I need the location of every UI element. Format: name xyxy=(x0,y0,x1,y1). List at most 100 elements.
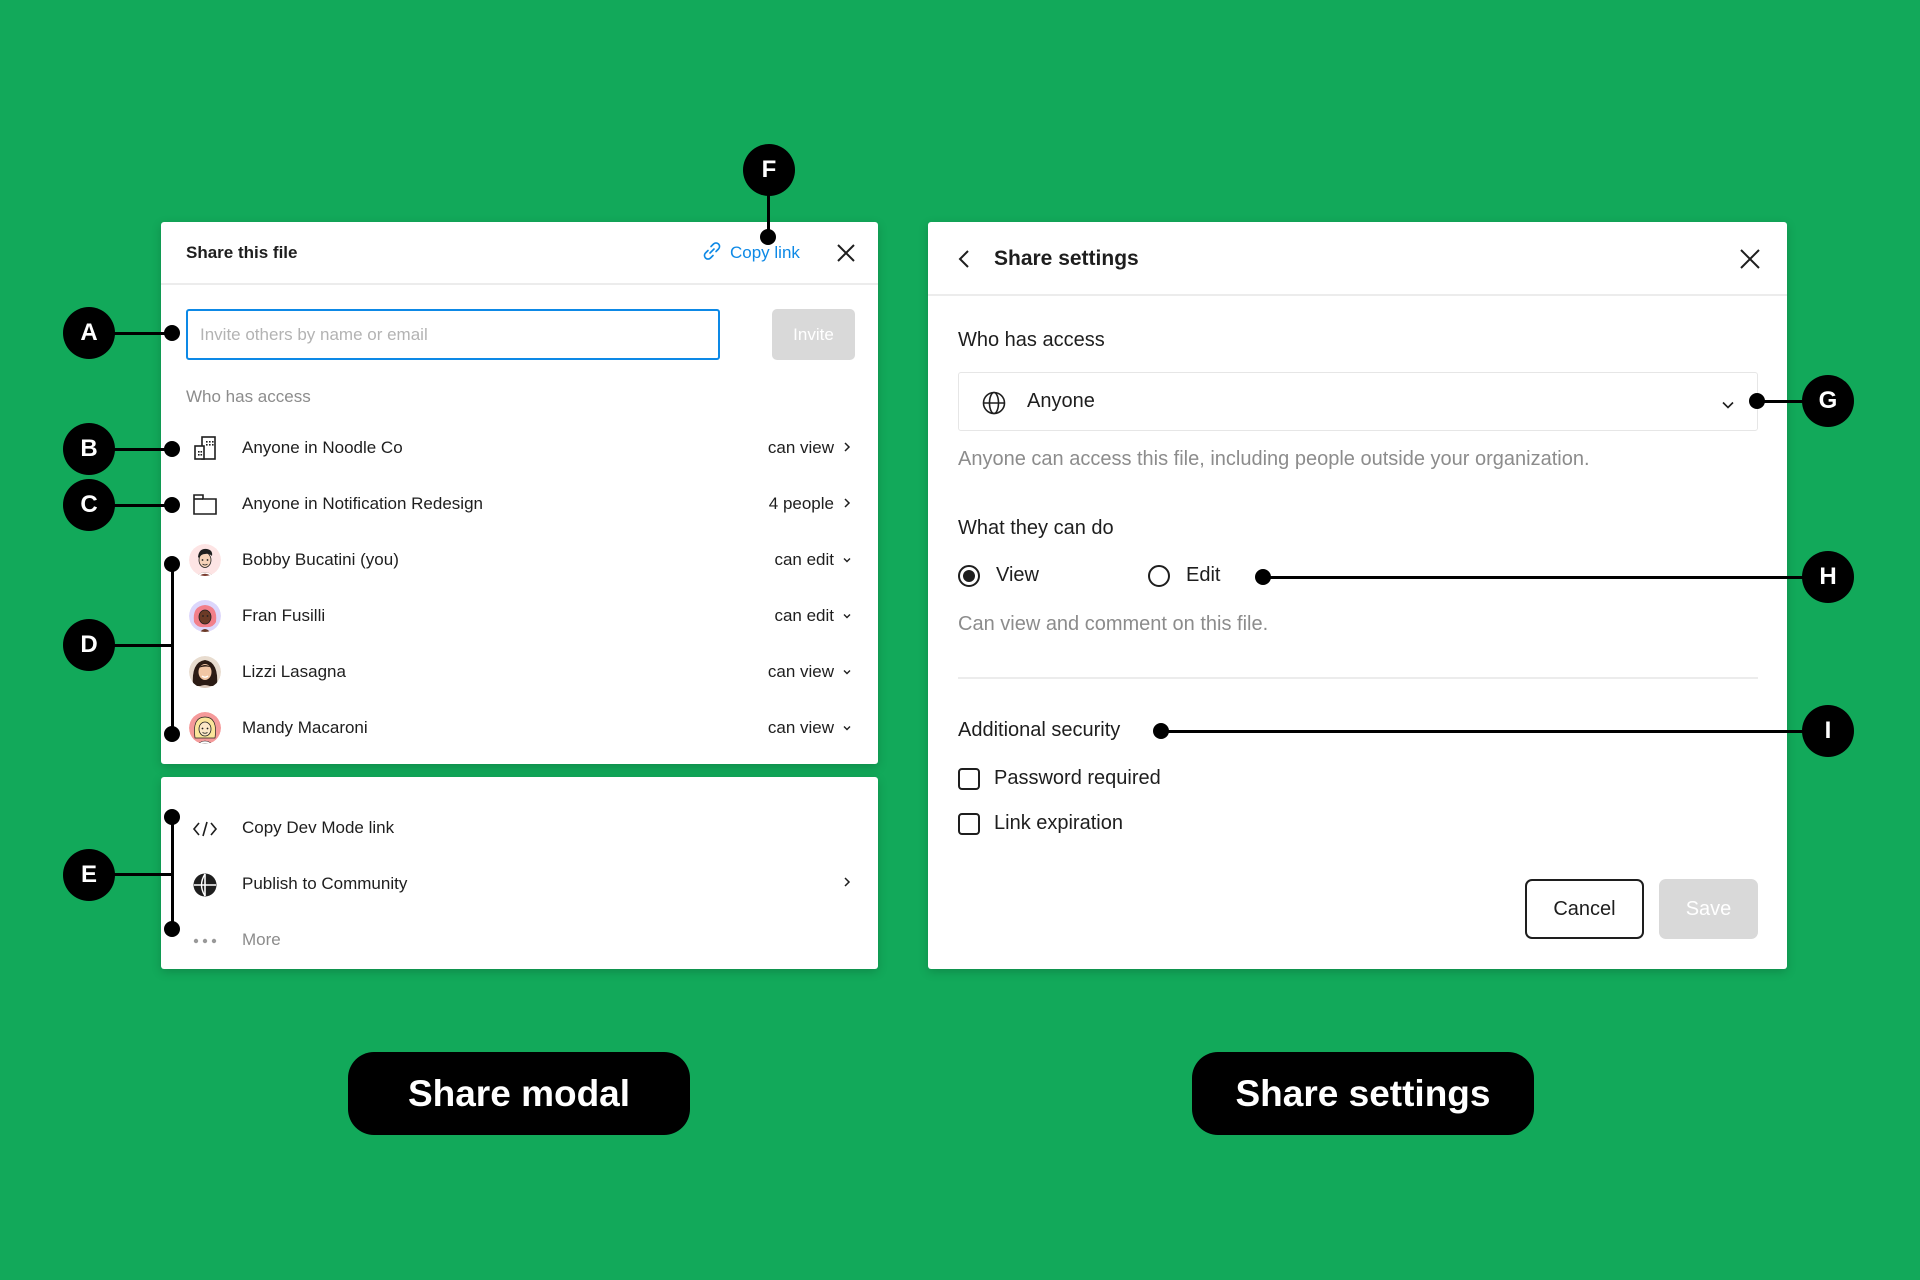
callout-pin xyxy=(164,497,180,513)
permission-label: 4 people xyxy=(768,494,834,513)
more-item[interactable]: More xyxy=(161,913,878,969)
back-arrow-icon[interactable] xyxy=(955,248,975,270)
permission-dropdown[interactable]: can view xyxy=(768,438,852,458)
building-icon xyxy=(189,432,221,464)
share-modal-title: Share this file xyxy=(186,243,298,262)
cancel-button[interactable]: Cancel xyxy=(1525,879,1644,939)
access-row-user[interactable]: Fran Fusilli can edit xyxy=(161,588,878,644)
chevron-down-icon xyxy=(842,718,852,738)
access-row-name: Anyone in Noodle Co xyxy=(242,438,403,457)
callout-pin xyxy=(1749,393,1765,409)
invite-button[interactable]: Invite xyxy=(772,309,855,360)
globe-icon xyxy=(981,390,1007,421)
password-required-checkbox[interactable]: Password required xyxy=(958,767,1161,790)
what-they-can-do-help: Can view and comment on this file. xyxy=(958,613,1269,635)
radio-view[interactable]: View xyxy=(958,564,1039,587)
permission-label: can edit xyxy=(774,550,834,569)
access-row-name: Bobby Bucatini (you) xyxy=(242,550,399,569)
callout-line xyxy=(110,873,172,876)
callout-badge-f: F xyxy=(743,144,795,196)
permission-label: can view xyxy=(767,438,834,457)
checkbox-label: Password required xyxy=(994,767,1161,789)
additional-security-heading: Additional security xyxy=(958,719,1121,741)
more-item-label: Publish to Community xyxy=(242,874,408,893)
callout-pin xyxy=(164,441,180,457)
link-expiration-checkbox[interactable]: Link expiration xyxy=(958,812,1123,835)
callout-line xyxy=(1162,730,1810,733)
avatar xyxy=(189,712,221,744)
checkbox-icon xyxy=(958,812,980,835)
chevron-right-icon xyxy=(842,875,852,894)
people-count-link[interactable]: 4 people xyxy=(769,494,852,514)
callout-badge-c: C xyxy=(63,479,115,531)
caption-share-modal: Share modal xyxy=(348,1052,690,1135)
callout-badge-h: H xyxy=(1802,551,1854,603)
radio-edit[interactable]: Edit xyxy=(1148,564,1220,587)
callout-pin xyxy=(164,726,180,742)
more-item-label: Copy Dev Mode link xyxy=(242,818,395,837)
access-row-name: Fran Fusilli xyxy=(242,606,326,625)
access-row-user[interactable]: Lizzi Lasagna can view xyxy=(161,644,878,700)
checkbox-icon xyxy=(958,767,980,790)
more-item-label: More xyxy=(242,930,281,949)
copy-link-button[interactable]: Copy link xyxy=(700,240,800,266)
share-settings-panel: Share settings Who has access Anyone Any… xyxy=(928,222,1787,969)
radio-selected-icon xyxy=(958,564,980,587)
access-level-value: Anyone xyxy=(1027,390,1095,412)
callout-pin xyxy=(164,325,180,341)
callout-pin xyxy=(760,229,776,245)
publish-to-community-item[interactable]: Publish to Community xyxy=(161,857,878,913)
save-button[interactable]: Save xyxy=(1659,879,1758,939)
radio-label: View xyxy=(996,564,1039,586)
close-icon[interactable] xyxy=(835,242,857,264)
who-has-access-label: Who has access xyxy=(186,387,311,406)
radio-unselected-icon xyxy=(1148,564,1170,587)
link-icon xyxy=(700,239,724,268)
permission-dropdown[interactable]: can edit xyxy=(774,550,852,570)
callout-badge-d: D xyxy=(63,619,115,671)
more-options-card: Copy Dev Mode link Publish to Community … xyxy=(161,777,878,969)
access-level-select[interactable]: Anyone xyxy=(958,372,1758,431)
chevron-right-icon xyxy=(842,494,852,514)
callout-pin xyxy=(1153,723,1169,739)
callout-pin xyxy=(164,809,180,825)
callout-pin xyxy=(164,556,180,572)
callout-pin xyxy=(164,921,180,937)
callout-badge-i: I xyxy=(1802,705,1854,757)
access-row-team[interactable]: Anyone in Notification Redesign 4 people xyxy=(161,476,878,532)
more-dots-icon xyxy=(189,925,221,957)
callout-badge-b: B xyxy=(63,423,115,475)
what-they-can-do-heading: What they can do xyxy=(958,517,1114,539)
close-icon[interactable] xyxy=(1738,247,1762,271)
permission-dropdown[interactable]: can view xyxy=(768,662,852,682)
avatar xyxy=(189,600,221,632)
invite-input[interactable] xyxy=(186,309,720,360)
access-row-name: Anyone in Notification Redesign xyxy=(242,494,483,513)
access-row-organization[interactable]: Anyone in Noodle Co can view xyxy=(161,420,878,476)
caption-share-settings: Share settings xyxy=(1192,1052,1534,1135)
who-has-access-help: Anyone can access this file, including p… xyxy=(958,448,1590,470)
folder-icon xyxy=(189,488,221,520)
permission-dropdown[interactable]: can edit xyxy=(774,606,852,626)
chevron-down-icon xyxy=(842,606,852,626)
callout-badge-g: G xyxy=(1802,375,1854,427)
callout-line xyxy=(110,448,172,451)
copy-dev-mode-link-item[interactable]: Copy Dev Mode link xyxy=(161,801,878,857)
chevron-down-icon xyxy=(842,662,852,682)
copy-link-label: Copy link xyxy=(730,243,800,262)
callout-line xyxy=(1264,576,1810,579)
permission-label: can view xyxy=(767,718,834,737)
access-row-name: Mandy Macaroni xyxy=(242,718,368,737)
chevron-right-icon xyxy=(842,438,852,458)
chevron-down-icon xyxy=(1721,397,1735,415)
access-row-user[interactable]: Bobby Bucatini (you) can edit xyxy=(161,532,878,588)
permission-label: can edit xyxy=(774,606,834,625)
code-icon xyxy=(189,813,221,845)
permission-dropdown[interactable]: can view xyxy=(768,718,852,738)
radio-label: Edit xyxy=(1186,564,1221,586)
callout-badge-a: A xyxy=(63,307,115,359)
access-row-name: Lizzi Lasagna xyxy=(242,662,346,681)
callout-badge-e: E xyxy=(63,849,115,901)
access-row-user[interactable]: Mandy Macaroni can view xyxy=(161,700,878,756)
permission-label: can view xyxy=(767,662,834,681)
